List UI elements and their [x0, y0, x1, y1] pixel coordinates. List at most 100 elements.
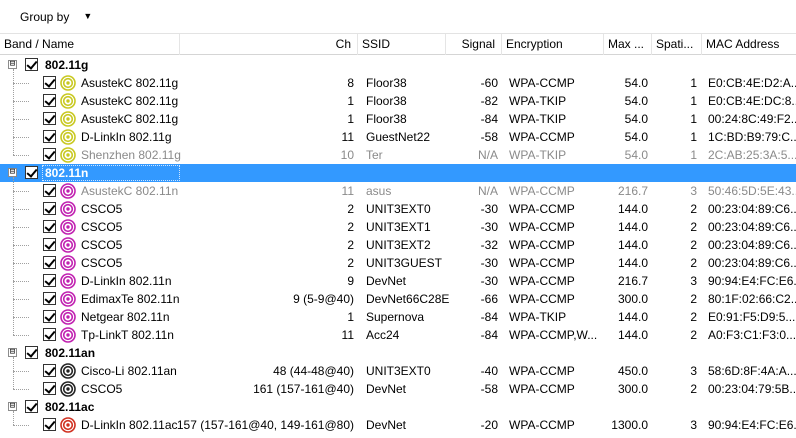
column-ch[interactable]: Ch	[180, 34, 358, 55]
column-band-name[interactable]: Band / Name	[0, 34, 180, 55]
network-checkbox[interactable]	[43, 238, 56, 251]
channel-cell: 9 (5-9@40)	[293, 292, 354, 306]
network-checkbox[interactable]	[43, 130, 56, 143]
network-row[interactable]: AsustekC 802.11g 1 Floor38 -82 WPA-TKIP 54.0 1…	[0, 92, 796, 110]
group-row-80211ac[interactable]: ⊟ 802.11ac	[0, 398, 796, 416]
network-checkbox[interactable]	[43, 220, 56, 233]
wifi-signal-icon	[60, 381, 76, 397]
network-row[interactable]: Netgear 802.11n 1 Supernova -84 WPA-TKIP 144.…	[0, 308, 796, 326]
spatial-streams-cell: 2	[690, 310, 697, 324]
mac-address-cell: 1C:BD:B9:79:C...	[708, 130, 796, 144]
network-row[interactable]: CSCO5 161 (157-161@40) DevNet -58 WPA-CCMP 30…	[0, 380, 796, 398]
wifi-signal-icon	[60, 201, 76, 217]
channel-cell: 2	[347, 256, 354, 270]
network-row[interactable]: D-LinkIn 802.11g 11 GuestNet22 -58 WPA-CCMP 5…	[0, 128, 796, 146]
collapse-toggle-icon[interactable]: ⊟	[8, 348, 17, 357]
spatial-streams-cell: 2	[690, 238, 697, 252]
signal-cell: -84	[480, 328, 498, 342]
group-label: 802.11g	[45, 58, 89, 72]
network-row[interactable]: CSCO5 2 UNIT3EXT1 -30 WPA-CCMP 144.0 2 00:23:04…	[0, 218, 796, 236]
network-row[interactable]: D-LinkIn 802.11ac 157 (157-161@40, 149-16…	[0, 416, 796, 434]
column-spatial-streams[interactable]: Spati...	[652, 34, 702, 55]
column-ssid[interactable]: SSID	[358, 34, 446, 55]
spatial-streams-cell: 2	[690, 202, 697, 216]
network-checkbox[interactable]	[43, 418, 56, 431]
max-rate-cell: 144.0	[617, 238, 648, 252]
tree-connector	[13, 281, 29, 282]
collapse-toggle-icon[interactable]: ⊟	[8, 60, 17, 69]
collapse-toggle-icon[interactable]: ⊟	[8, 168, 17, 177]
network-row[interactable]: CSCO5 2 UNIT3GUEST -30 WPA-CCMP 144.0 2 00:23:0…	[0, 254, 796, 272]
network-checkbox[interactable]	[43, 76, 56, 89]
mac-address-cell: 00:23:04:89:C6...	[708, 256, 796, 270]
network-checkbox[interactable]	[43, 184, 56, 197]
mac-address-cell: E0:CB:4E:DC:8...	[708, 94, 796, 108]
ssid-cell: UNIT3EXT1	[366, 220, 431, 234]
column-signal[interactable]: Signal	[446, 34, 502, 55]
ssid-cell: UNIT3EXT0	[366, 364, 431, 378]
spatial-streams-cell: 3	[690, 274, 697, 288]
column-header: Band / Name Ch SSID Signal Encryption Ma…	[0, 34, 796, 55]
network-checkbox[interactable]	[43, 310, 56, 323]
spatial-streams-cell: 3	[690, 364, 697, 378]
network-row[interactable]: Tp-LinkT 802.11n 11 Acc24 -84 WPA-CCMP,W... 1…	[0, 326, 796, 344]
network-row[interactable]: D-LinkIn 802.11n 9 DevNet -30 WPA-CCMP 216.7 3…	[0, 272, 796, 290]
collapse-toggle-icon[interactable]: ⊟	[8, 402, 17, 411]
encryption-cell: WPA-CCMP	[509, 418, 575, 432]
signal-cell: -30	[480, 274, 498, 288]
mac-address-cell: 50:46:5D:5E:43...	[708, 184, 796, 198]
network-row[interactable]: AsustekC 802.11g 1 Floor38 -84 WPA-TKIP 54.0 1…	[0, 110, 796, 128]
channel-cell: 161 (157-161@40)	[253, 382, 354, 396]
group-by-button[interactable]: Group by ▼	[10, 4, 102, 30]
network-row[interactable]: Cisco-Li 802.11an 48 (44-48@40) UNIT3EXT0-…	[0, 362, 796, 380]
column-label: Band / Name	[4, 37, 75, 51]
spatial-streams-cell: 2	[690, 220, 697, 234]
column-mac-address[interactable]: MAC Address	[702, 34, 796, 55]
wifi-signal-icon	[60, 309, 76, 325]
network-checkbox[interactable]	[43, 274, 56, 287]
network-checkbox[interactable]	[43, 94, 56, 107]
network-checkbox[interactable]	[43, 328, 56, 341]
focus-outline	[42, 165, 180, 181]
column-label: Ch	[335, 37, 351, 51]
tree-connector	[13, 425, 29, 426]
wifi-signal-icon	[60, 255, 76, 271]
network-row[interactable]: Shenzhen 802.11g 10 Ter N/A WPA-TKIP 54.0 1 2C:…	[0, 146, 796, 164]
group-checkbox[interactable]	[25, 166, 38, 179]
tree-connector	[13, 357, 14, 389]
network-checkbox[interactable]	[43, 112, 56, 125]
group-checkbox[interactable]	[25, 400, 38, 413]
group-row-80211g[interactable]: ⊟ 802.11g	[0, 56, 796, 74]
channel-cell: 1	[347, 112, 354, 126]
group-row-80211n[interactable]: ⊟ 802.11n	[0, 164, 796, 182]
network-checkbox[interactable]	[43, 382, 56, 395]
network-checkbox[interactable]	[43, 202, 56, 215]
max-rate-cell: 144.0	[617, 256, 648, 270]
network-row[interactable]: CSCO5 2 UNIT3EXT2 -32 WPA-CCMP 144.0 2 00:23:04…	[0, 236, 796, 254]
wifi-signal-icon	[60, 147, 76, 163]
mac-address-cell: E0:CB:4E:D2:A...	[708, 76, 796, 90]
encryption-cell: WPA-CCMP	[509, 292, 575, 306]
tree-connector	[13, 155, 29, 156]
group-checkbox[interactable]	[25, 346, 38, 359]
group-row-80211an[interactable]: ⊟ 802.11an	[0, 344, 796, 362]
channel-cell: 1	[347, 94, 354, 108]
column-encryption[interactable]: Encryption	[502, 34, 604, 55]
max-rate-cell: 144.0	[617, 202, 648, 216]
group-checkbox[interactable]	[25, 58, 38, 71]
network-checkbox[interactable]	[43, 256, 56, 269]
network-row[interactable]: AsustekC 802.11n 11 asus N/A WPA-CCMP 216.7 3 5…	[0, 182, 796, 200]
network-checkbox[interactable]	[43, 148, 56, 161]
column-max-rate[interactable]: Max ...	[604, 34, 652, 55]
network-row[interactable]: CSCO5 2 UNIT3EXT0 -30 WPA-CCMP 144.0 2 00:23:04…	[0, 200, 796, 218]
tree-connector	[13, 371, 29, 372]
network-tree-list: ⊟ 802.11g AsustekC 802.11g 8 Floor38 -60 WPA-C…	[0, 56, 796, 434]
network-checkbox[interactable]	[43, 364, 56, 377]
network-row[interactable]: EdimaxTe 802.11n 9 (5-9@40) DevNet66C28E -6…	[0, 290, 796, 308]
wifi-signal-icon	[60, 237, 76, 253]
signal-cell: -60	[480, 76, 498, 90]
channel-cell: 2	[347, 202, 354, 216]
network-row[interactable]: AsustekC 802.11g 8 Floor38 -60 WPA-CCMP 54.0 1…	[0, 74, 796, 92]
ssid-cell: UNIT3EXT2	[366, 238, 431, 252]
network-checkbox[interactable]	[43, 292, 56, 305]
